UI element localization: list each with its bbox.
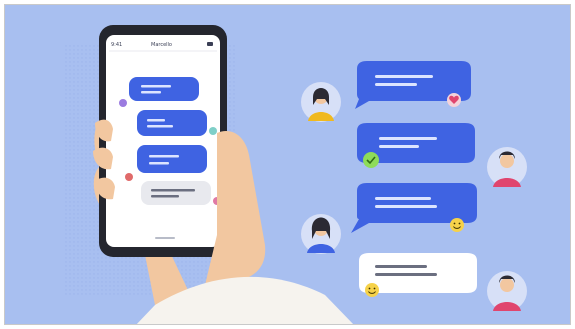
phone-message [137, 110, 217, 136]
avatar-dot [209, 127, 217, 135]
check-reaction-icon [363, 152, 379, 168]
chat-message [357, 123, 527, 187]
avatar-dot [119, 99, 127, 107]
home-indicator [155, 237, 175, 239]
chat-illustration: 9:41 Marcello [65, 25, 527, 324]
smile-reaction-icon [450, 218, 464, 232]
smartphone: 9:41 Marcello [99, 25, 227, 257]
chat-message [301, 183, 477, 254]
battery-icon [207, 42, 213, 46]
chat-message [301, 61, 471, 122]
illustration-frame: 9:41 Marcello [4, 4, 571, 325]
status-left: 9:41 [111, 42, 122, 48]
phone-message [141, 181, 221, 205]
conversation-thread [301, 61, 527, 311]
chat-message [359, 253, 527, 311]
chat-contact-name: Marcello [151, 42, 172, 48]
phone-screen [106, 35, 220, 247]
smile-reaction-icon [365, 283, 379, 297]
avatar-dot [125, 173, 133, 181]
